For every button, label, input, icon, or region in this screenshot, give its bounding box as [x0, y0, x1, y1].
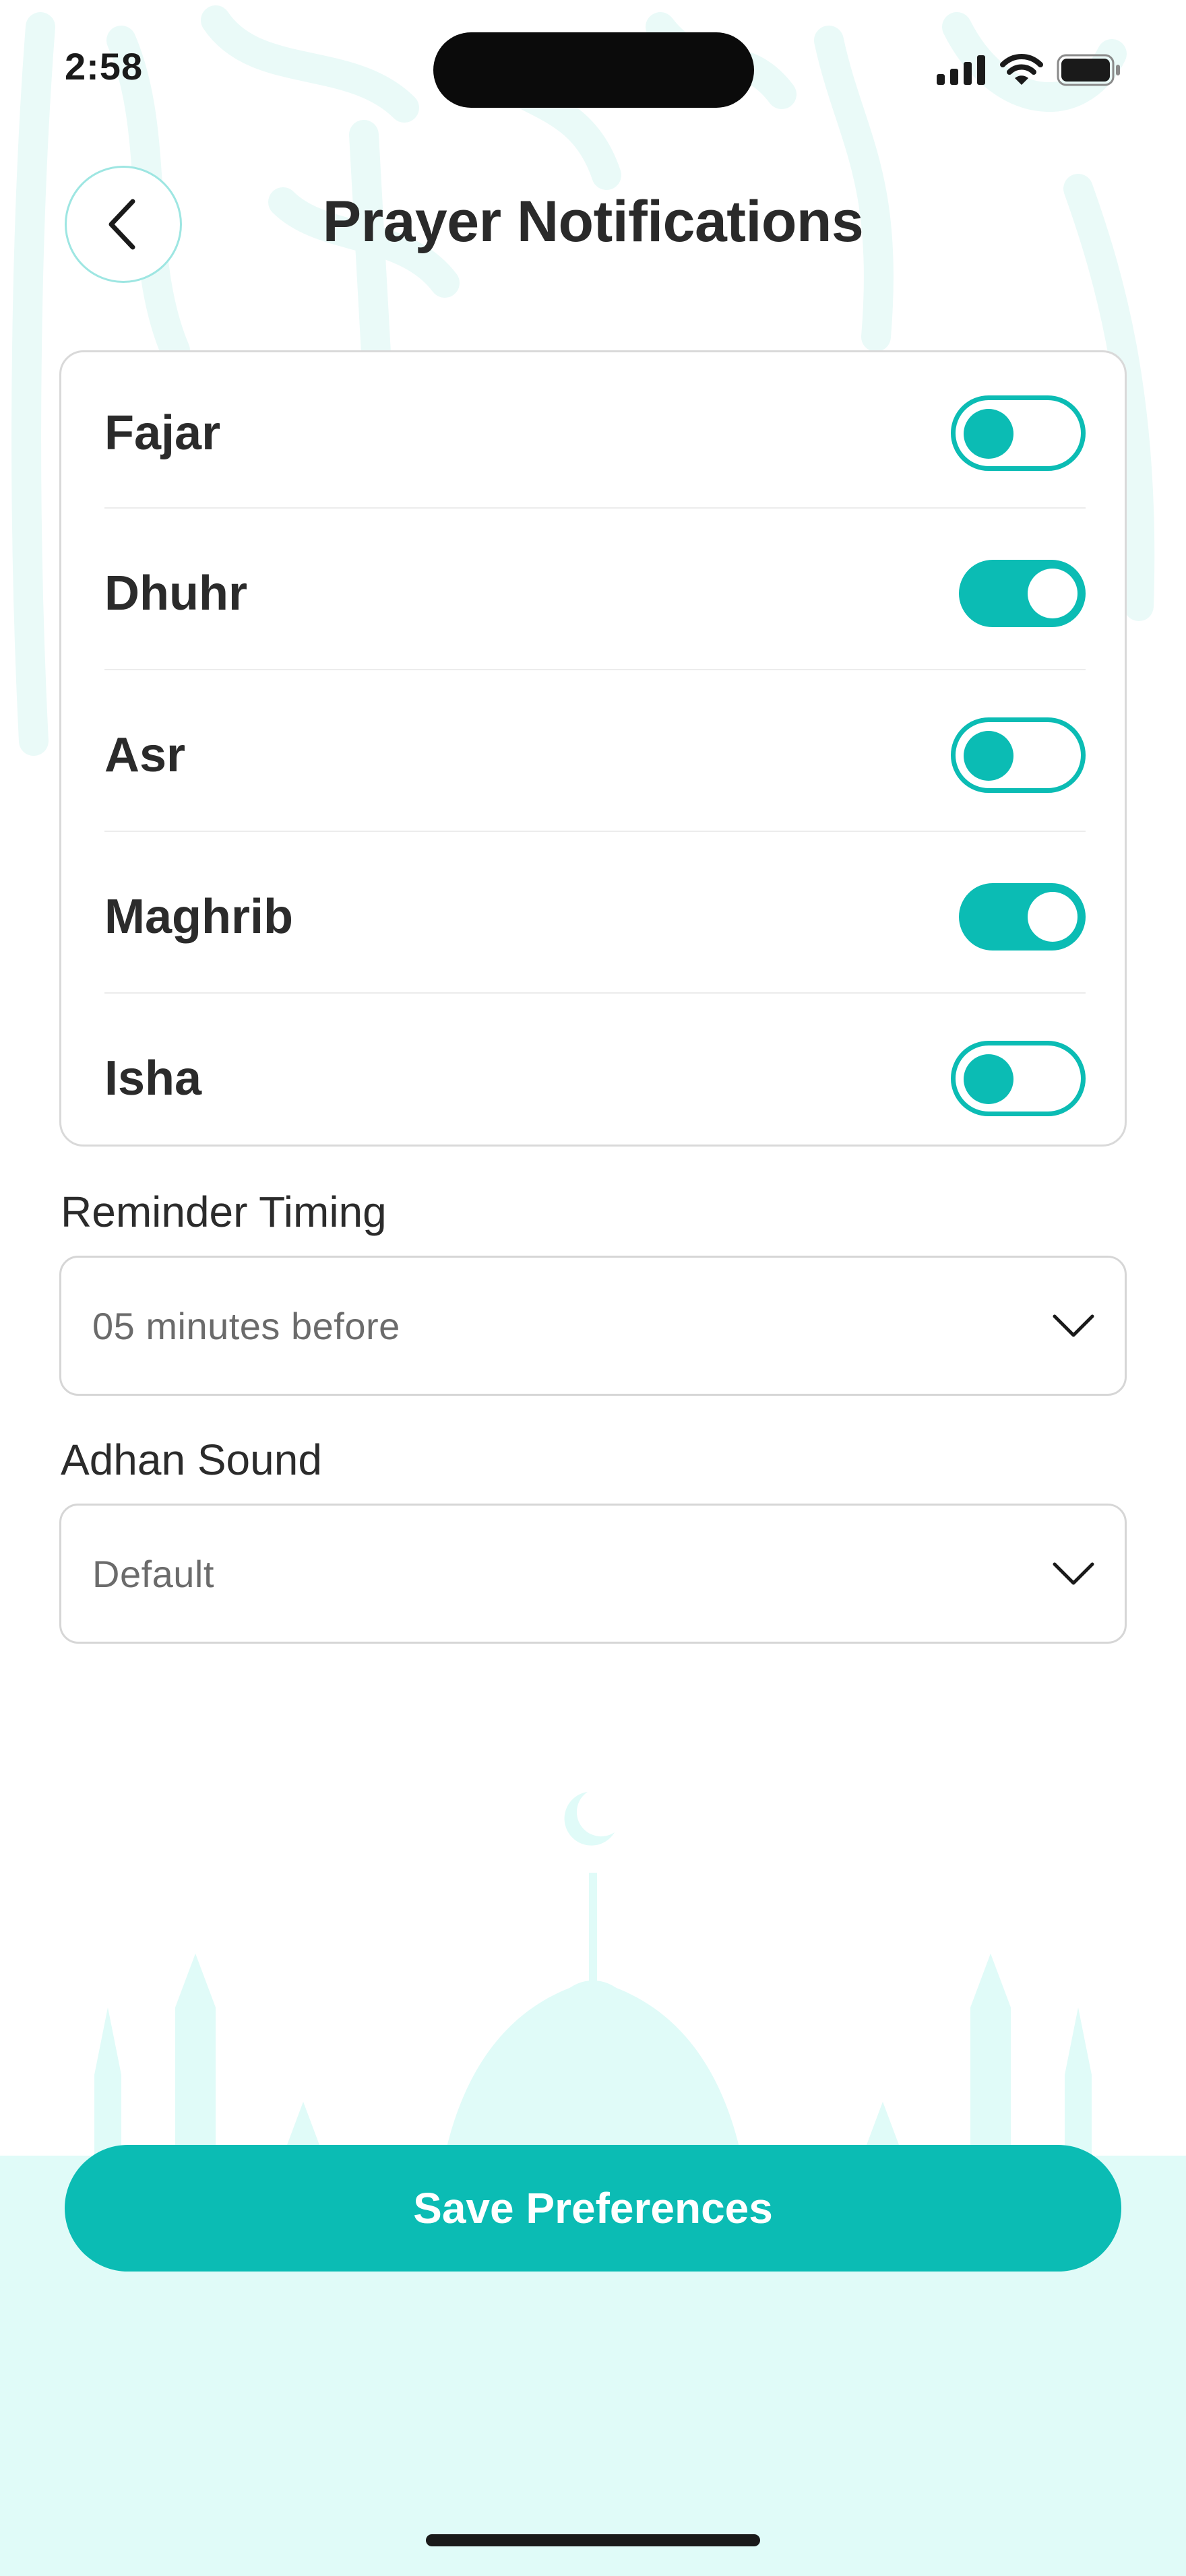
- toggle-knob: [1028, 569, 1078, 618]
- toggle-knob: [1028, 892, 1078, 942]
- reminder-timing-value: 05 minutes before: [92, 1304, 400, 1347]
- adhan-sound-value: Default: [92, 1552, 214, 1595]
- chevron-down-icon: [1053, 1314, 1094, 1337]
- reminder-timing-select[interactable]: 05 minutes before: [59, 1256, 1127, 1396]
- wifi-icon: [1000, 54, 1043, 85]
- prayer-row-asr: Asr: [104, 674, 1086, 836]
- divider: [104, 669, 1086, 670]
- divider: [104, 831, 1086, 832]
- home-indicator: [426, 2534, 760, 2546]
- fajar-toggle[interactable]: [951, 395, 1086, 471]
- status-time: 2:58: [65, 45, 144, 88]
- prayer-row-maghrib: Maghrib: [104, 836, 1086, 998]
- toggle-knob: [964, 731, 1013, 781]
- divider: [104, 507, 1086, 509]
- adhan-sound-label: Adhan Sound: [61, 1436, 322, 1484]
- status-icons: [937, 53, 1121, 88]
- prayer-name: Asr: [104, 728, 186, 782]
- battery-icon: [1057, 54, 1120, 86]
- prayer-name: Fajar: [104, 406, 221, 460]
- adhan-sound-select[interactable]: Default: [59, 1504, 1127, 1644]
- prayer-name: Dhuhr: [104, 567, 247, 620]
- prayer-row-isha: Isha: [104, 998, 1086, 1159]
- prayer-name: Maghrib: [104, 890, 293, 944]
- dynamic-island: [433, 32, 754, 108]
- dhuhr-toggle[interactable]: [959, 560, 1086, 627]
- prayer-list-card: Fajar Dhuhr Asr Maghrib Isha: [59, 350, 1127, 1147]
- reminder-timing-label: Reminder Timing: [61, 1188, 387, 1236]
- divider: [104, 992, 1086, 994]
- toggle-knob: [964, 409, 1013, 459]
- status-bar: 2:58: [0, 0, 1186, 135]
- signal-icon: [937, 55, 985, 85]
- prayer-row-dhuhr: Dhuhr: [104, 513, 1086, 674]
- prayer-name: Isha: [104, 1052, 202, 1105]
- save-preferences-button[interactable]: Save Preferences: [65, 2145, 1121, 2272]
- page-title: Prayer Notifications: [322, 189, 864, 254]
- chevron-down-icon: [1053, 1562, 1094, 1585]
- isha-toggle[interactable]: [951, 1041, 1086, 1116]
- asr-toggle[interactable]: [951, 717, 1086, 793]
- maghrib-toggle[interactable]: [959, 883, 1086, 951]
- prayer-row-fajar: Fajar: [104, 352, 1086, 514]
- toggle-knob: [964, 1054, 1013, 1104]
